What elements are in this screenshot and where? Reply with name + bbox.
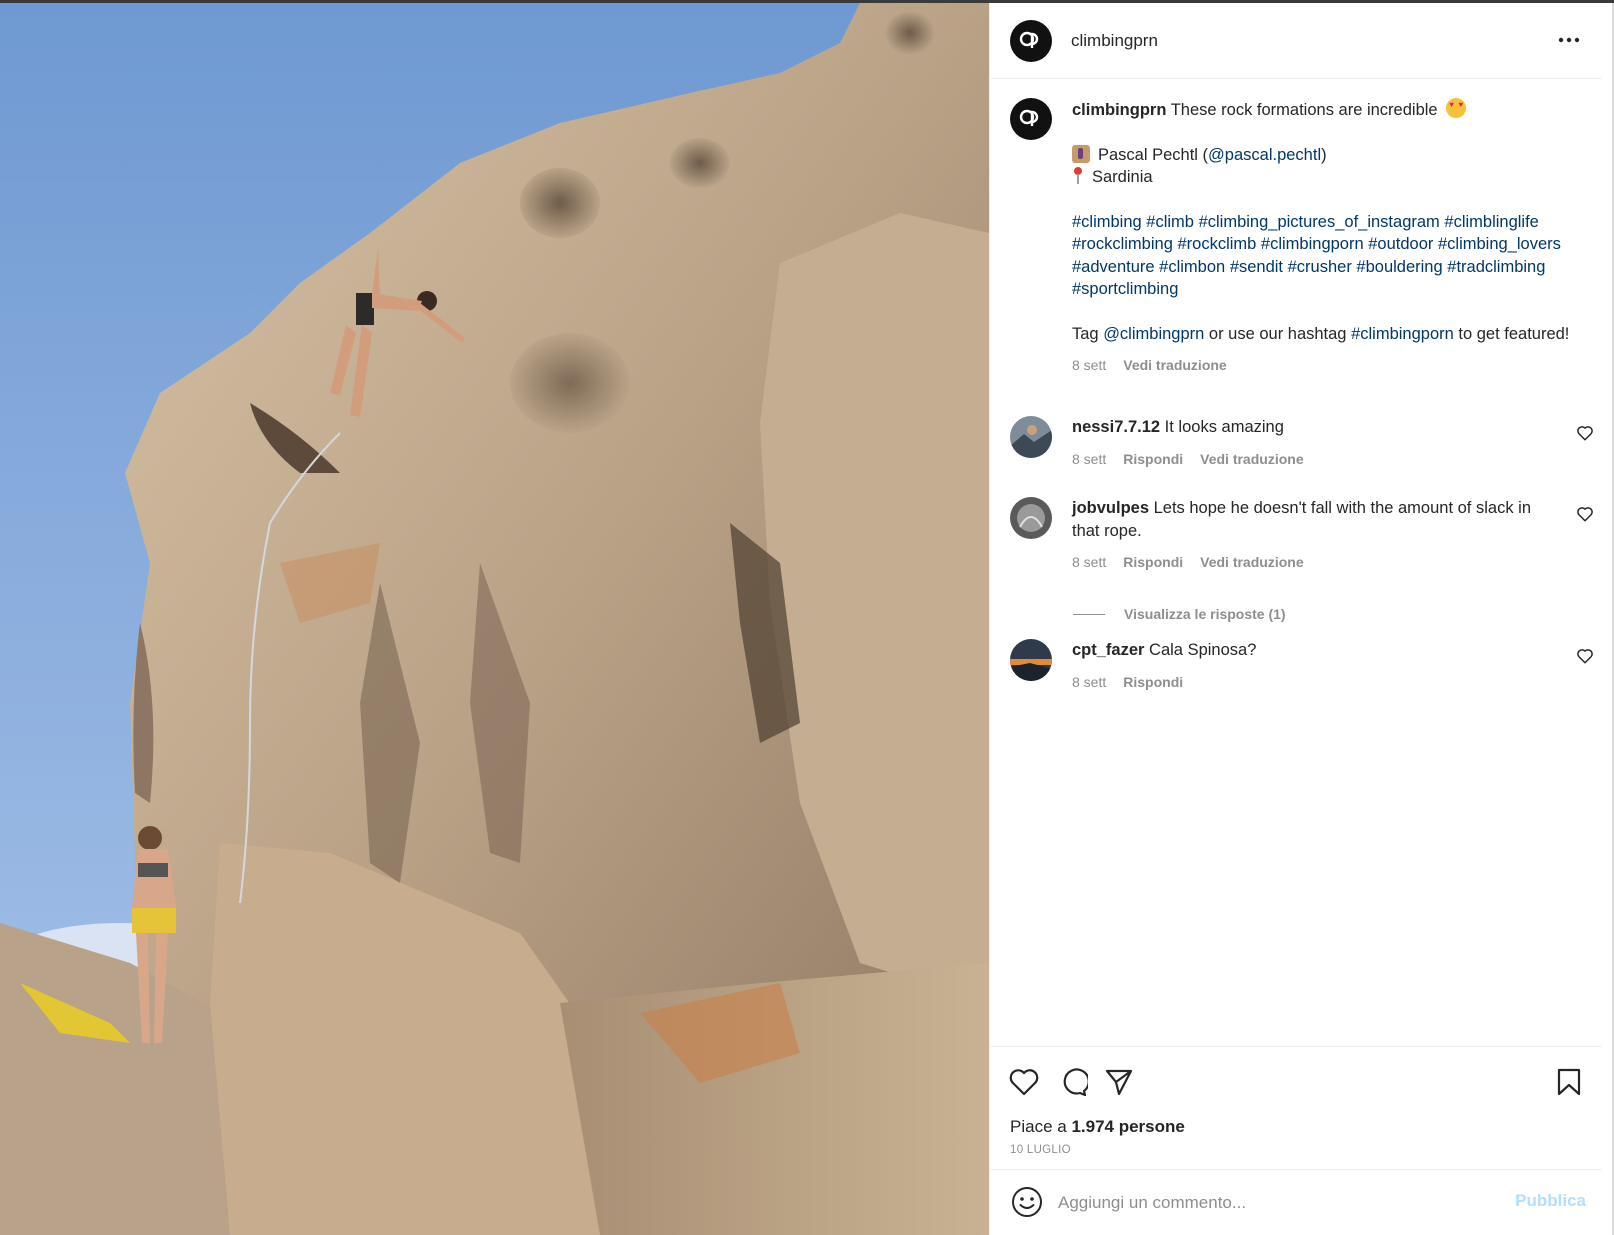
view-replies-button[interactable]: Visualizza le risposte (1): [1073, 606, 1286, 622]
tag-middle: or use our hashtag: [1204, 324, 1352, 343]
comment-bubble-icon[interactable]: [1056, 1065, 1090, 1099]
likes-prefix: Piace a: [1010, 1117, 1072, 1136]
reply-button[interactable]: Rispondi: [1123, 551, 1183, 574]
hashtag-link[interactable]: #climblinglife: [1444, 213, 1538, 231]
caption-location: Sardinia: [1092, 168, 1153, 186]
like-heart-icon[interactable]: [1007, 1065, 1041, 1099]
caption-time[interactable]: 8 sett: [1072, 354, 1106, 377]
climbingprn-logo-icon: [1019, 31, 1039, 48]
climbing-photo-image: [0, 3, 989, 1235]
hashtag-link[interactable]: #tradclimbing: [1447, 258, 1545, 276]
comment-body: jobvulpes Lets hope he doesn't fall with…: [1072, 497, 1552, 574]
hashtag-link[interactable]: #rockclimb: [1177, 235, 1256, 253]
avatar[interactable]: [1010, 98, 1052, 140]
caption-text-block: climbingprn These rock formations are in…: [1072, 98, 1587, 377]
avatar[interactable]: [1010, 416, 1052, 458]
comment-text: Cala Spinosa?: [1149, 641, 1257, 659]
like-comment-heart-icon[interactable]: [1576, 647, 1594, 665]
post-actions: Piace a 1.974 persone 10 LUGLIO: [990, 1046, 1602, 1176]
publish-button[interactable]: Pubblica: [1515, 1191, 1586, 1211]
hashtag-link[interactable]: #climbingporn: [1261, 235, 1364, 253]
hashtag-link[interactable]: #rockclimbing: [1072, 235, 1173, 253]
comment-input[interactable]: [1058, 1189, 1488, 1217]
avatar[interactable]: [1010, 19, 1052, 62]
caption-hashtags: #climbing #climb #climbing_pictures_of_i…: [1072, 211, 1587, 301]
post-author-username[interactable]: climbingprn: [1071, 31, 1158, 51]
avatar[interactable]: [1010, 497, 1052, 539]
caption-text: These rock formations are incredible: [1170, 101, 1438, 119]
hashtag-link[interactable]: #climb: [1146, 213, 1194, 231]
reply-button[interactable]: Rispondi: [1123, 448, 1183, 471]
comment-meta: 8 sett Rispondi Vedi traduzione: [1072, 448, 1552, 471]
tag-hashtag-link[interactable]: #climbingporn: [1351, 325, 1454, 343]
likes-number[interactable]: 1.974 persone: [1071, 1117, 1184, 1136]
see-translation-button[interactable]: Vedi traduzione: [1200, 551, 1303, 574]
hashtag-link[interactable]: #sportclimbing: [1072, 280, 1178, 298]
caption-tag-line: Tag @climbingprn or use our hashtag #cli…: [1072, 323, 1587, 346]
save-bookmark-icon[interactable]: [1552, 1065, 1586, 1099]
climber-emoji-icon: [1072, 144, 1090, 163]
like-comment-heart-icon[interactable]: [1576, 424, 1594, 442]
view-replies-line: [1073, 613, 1105, 615]
caption-meta: 8 sett Vedi traduzione: [1072, 354, 1587, 377]
comment-time[interactable]: 8 sett: [1072, 448, 1106, 471]
tag-prefix: Tag: [1072, 324, 1104, 343]
like-comment-heart-icon[interactable]: [1576, 505, 1594, 523]
comment-username[interactable]: cpt_fazer: [1072, 641, 1144, 659]
comment-body: cpt_fazer Cala Spinosa? 8 sett Rispondi: [1072, 639, 1552, 693]
comment-meta: 8 sett Rispondi Vedi traduzione: [1072, 551, 1552, 574]
tag-suffix: to get featured!: [1453, 324, 1570, 343]
post-detail-panel: climbingprn climbingprn These rock forma…: [989, 3, 1614, 1235]
caption-username[interactable]: climbingprn: [1072, 101, 1166, 119]
caption-credit-handle[interactable]: @pascal.pechtl: [1208, 146, 1321, 164]
more-horizontal-icon[interactable]: [1558, 29, 1580, 51]
post-photo[interactable]: [0, 3, 989, 1235]
pin-emoji-icon: [1072, 167, 1084, 185]
heart-eyes-emoji-icon: [1446, 98, 1467, 118]
view-replies-label: Visualizza le risposte (1): [1124, 606, 1286, 622]
see-translation-button[interactable]: Vedi traduzione: [1123, 354, 1226, 377]
hashtag-link[interactable]: #adventure: [1072, 258, 1155, 276]
comment-time[interactable]: 8 sett: [1072, 551, 1106, 574]
comment-text: It looks amazing: [1164, 418, 1284, 436]
hashtag-link[interactable]: #climbing: [1072, 213, 1142, 231]
climbingprn-logo-icon: [1019, 109, 1039, 126]
avatar[interactable]: [1010, 639, 1052, 681]
comment-time[interactable]: 8 sett: [1072, 671, 1106, 694]
hashtag-link[interactable]: #crusher: [1288, 258, 1352, 276]
comment-body: nessi7.7.12 It looks amazing 8 sett Risp…: [1072, 416, 1552, 470]
caption-credit-name: Pascal Pechtl (: [1098, 145, 1209, 164]
emoji-smiley-icon[interactable]: [1010, 1185, 1044, 1219]
post-header: climbingprn: [990, 3, 1602, 79]
see-translation-button[interactable]: Vedi traduzione: [1200, 448, 1303, 471]
comment-meta: 8 sett Rispondi: [1072, 671, 1552, 694]
hashtag-link[interactable]: #sendit: [1230, 258, 1283, 276]
add-comment-bar: Pubblica: [990, 1169, 1602, 1235]
comments-list[interactable]: climbingprn These rock formations are in…: [990, 80, 1602, 1046]
caption-credit-close: ): [1321, 145, 1327, 164]
tag-handle-link[interactable]: @climbingprn: [1103, 325, 1204, 343]
hashtag-link[interactable]: #outdoor: [1368, 235, 1433, 253]
share-paper-plane-icon[interactable]: [1102, 1065, 1136, 1099]
comment-username[interactable]: nessi7.7.12: [1072, 418, 1160, 436]
hashtag-link[interactable]: #climbon: [1159, 258, 1225, 276]
reply-button[interactable]: Rispondi: [1123, 671, 1183, 694]
comment-username[interactable]: jobvulpes: [1072, 499, 1149, 517]
hashtag-link[interactable]: #climbing_lovers: [1438, 235, 1561, 253]
likes-count[interactable]: Piace a 1.974 persone: [1010, 1117, 1185, 1137]
hashtag-link[interactable]: #climbing_pictures_of_instagram: [1199, 213, 1440, 231]
post-date[interactable]: 10 LUGLIO: [1010, 1144, 1071, 1156]
hashtag-link[interactable]: #bouldering: [1356, 258, 1442, 276]
